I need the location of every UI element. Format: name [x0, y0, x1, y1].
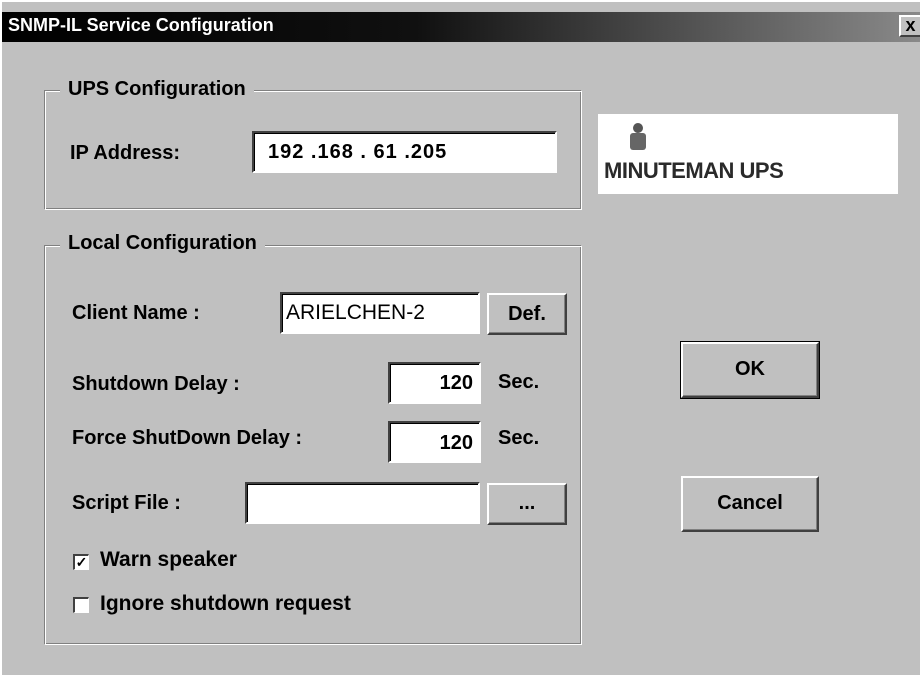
warn-speaker-checkbox[interactable]: ✓: [73, 554, 89, 570]
minuteman-figure-icon: [630, 123, 646, 150]
script-file-field[interactable]: [245, 482, 480, 524]
force-shutdown-delay-label: Force ShutDown Delay :: [72, 427, 303, 449]
local-configuration-legend: Local Configuration: [60, 232, 265, 255]
default-client-name-button[interactable]: Def.: [487, 293, 567, 335]
shutdown-delay-label: Shutdown Delay :: [72, 373, 240, 395]
client-name-label: Client Name :: [72, 302, 200, 324]
minuteman-logo: MINUTEMAN UPS: [598, 114, 898, 194]
ignore-shutdown-checkbox[interactable]: [73, 597, 89, 613]
force-shutdown-delay-unit: Sec.: [498, 427, 540, 449]
shutdown-delay-field[interactable]: 120: [388, 362, 481, 404]
logo-text: MINUTEMAN UPS: [604, 158, 784, 183]
window-title: SNMP-IL Service Configuration: [8, 15, 274, 35]
dialog-window: SNMP-IL Service Configuration x UPS Conf…: [0, 0, 920, 675]
ok-button[interactable]: OK: [680, 341, 820, 399]
close-icon: x: [905, 15, 916, 35]
ups-configuration-legend: UPS Configuration: [60, 78, 254, 101]
ip-address-field[interactable]: 192 .168 . 61 .205: [252, 131, 557, 173]
browse-script-button[interactable]: ...: [487, 483, 567, 525]
shutdown-delay-unit: Sec.: [498, 371, 540, 393]
cancel-button[interactable]: Cancel: [681, 476, 819, 532]
client-name-field[interactable]: ARIELCHEN-2: [280, 292, 480, 334]
warn-speaker-label[interactable]: Warn speaker: [100, 548, 237, 572]
close-button[interactable]: x: [899, 15, 920, 37]
ip-address-label: IP Address:: [70, 142, 181, 164]
title-bar[interactable]: SNMP-IL Service Configuration x: [2, 12, 920, 42]
script-file-label: Script File :: [72, 492, 181, 514]
ignore-shutdown-label[interactable]: Ignore shutdown request: [100, 592, 351, 616]
force-shutdown-delay-field[interactable]: 120: [388, 421, 481, 463]
